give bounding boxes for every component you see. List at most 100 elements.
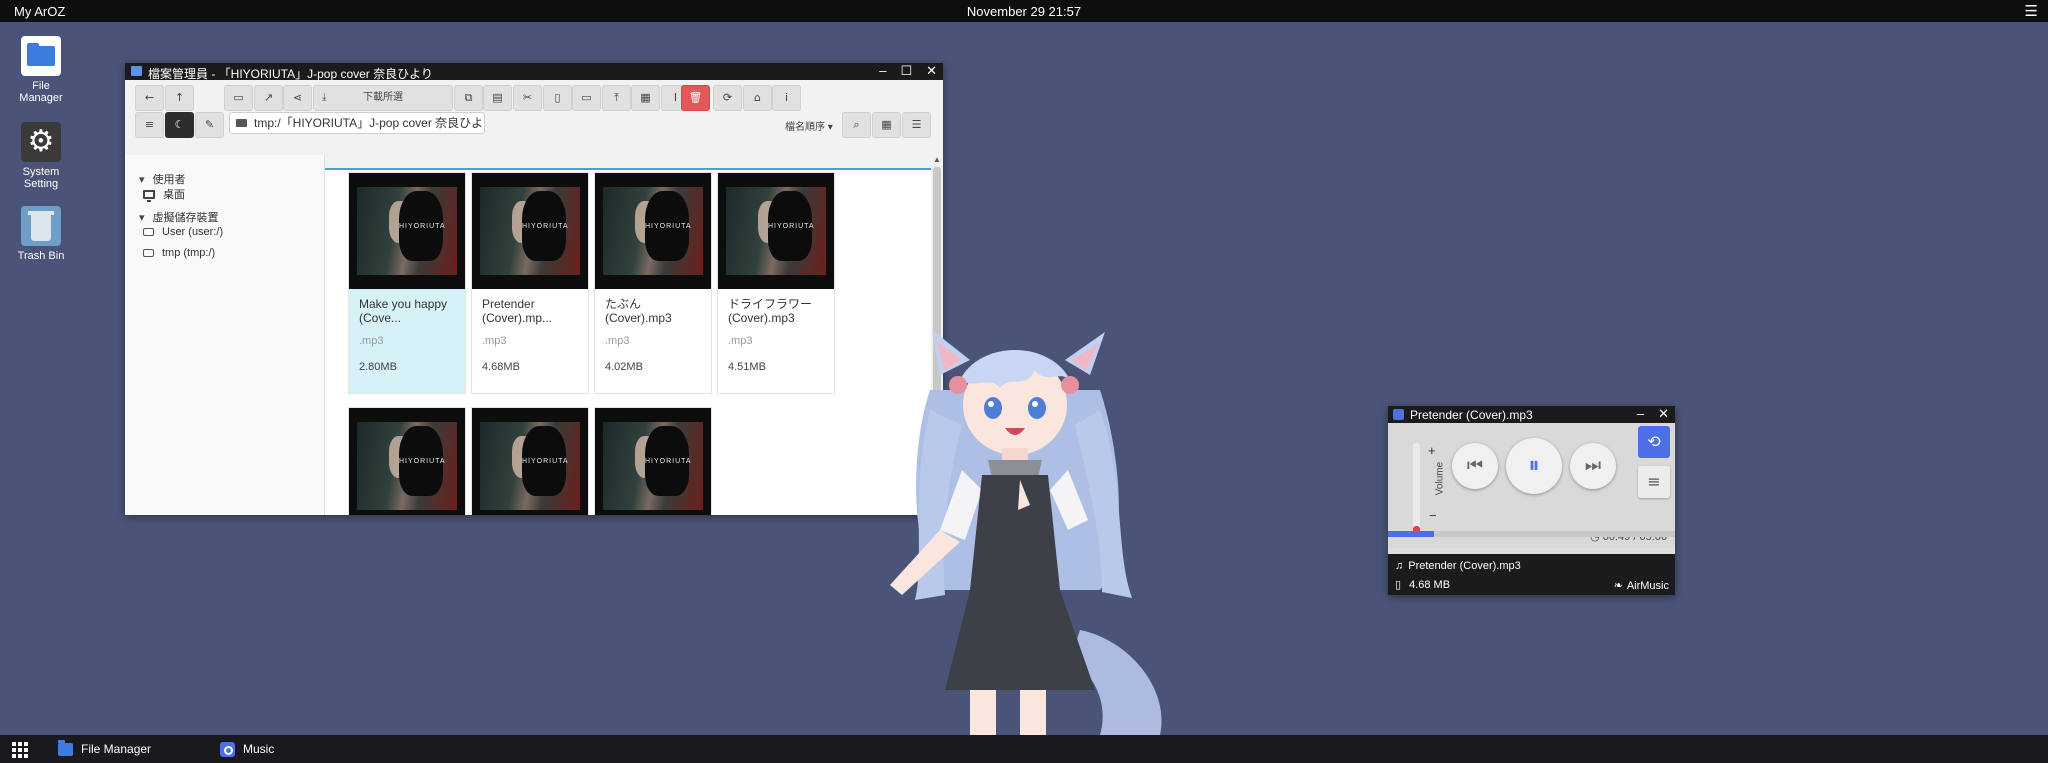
- file-manager-window: 檔案管理員 - 「HIYORIUTA」J-pop cover 奈良ひより – ☐…: [125, 63, 943, 515]
- close-button[interactable]: ✕: [1658, 406, 1669, 422]
- file-card[interactable]: HIYORIUTA Pretender (Cover).mp... .mp3 4.68…: [471, 172, 589, 394]
- file-extension: .mp3: [728, 335, 753, 347]
- album-art-thumbnail: HIYORIUTA: [718, 173, 834, 289]
- sort-dropdown[interactable]: 檔名順序 ▾: [785, 118, 833, 133]
- share-button[interactable]: ⋖: [283, 85, 312, 111]
- album-art-thumbnail: HIYORIUTA: [349, 173, 465, 289]
- album-art-thumbnail: HIYORIUTA: [595, 173, 711, 289]
- open-button[interactable]: ▭: [224, 85, 253, 111]
- sidebar-item-tmp-drive[interactable]: tmp (tmp:/): [143, 247, 215, 259]
- archive-button[interactable]: ▦: [631, 85, 660, 111]
- drive-icon: [143, 249, 154, 257]
- file-card[interactable]: HIYORIUTA: [594, 407, 712, 515]
- desktop-icon-file-manager[interactable]: File Manager: [10, 36, 72, 104]
- file-manager-titlebar[interactable]: 檔案管理員 - 「HIYORIUTA」J-pop cover 奈良ひより – ☐…: [125, 63, 943, 81]
- grid-view-button[interactable]: ▦: [872, 112, 901, 138]
- copy-button[interactable]: ⧉: [454, 85, 483, 111]
- download-label: 下載所選: [363, 92, 403, 103]
- volume-slider[interactable]: [1413, 443, 1420, 537]
- home-button[interactable]: ⌂: [743, 85, 772, 111]
- menu-icon[interactable]: ☰: [2025, 2, 2038, 20]
- music-icon: [1393, 409, 1404, 420]
- pause-icon: ⏸: [1528, 453, 1540, 478]
- file-card[interactable]: HIYORIUTA たぶん (Cover).mp3 .mp3 4.02MB: [594, 172, 712, 394]
- file-card[interactable]: HIYORIUTA Make you happy (Cove... .mp3 2.80…: [348, 172, 466, 394]
- paste-button[interactable]: ▤: [483, 85, 512, 111]
- moon-icon: ☾: [174, 118, 185, 131]
- sidebar-item-user-drive[interactable]: User (user:/): [143, 226, 223, 238]
- list-view-button[interactable]: ☰: [902, 112, 931, 138]
- taskbar-item-file-manager[interactable]: File Manager: [58, 739, 151, 758]
- volume-up-icon[interactable]: +: [1428, 443, 1436, 458]
- delete-button[interactable]: 🗑: [681, 85, 710, 111]
- archive-icon: ▦: [640, 91, 651, 104]
- drive-icon: [143, 228, 154, 236]
- dark-mode-button[interactable]: ☾: [165, 112, 194, 138]
- list-icon: ≡: [1647, 472, 1661, 491]
- upload-button[interactable]: ⤒: [602, 85, 631, 111]
- minimize-button[interactable]: –: [1637, 406, 1644, 422]
- new-folder-button[interactable]: ▭: [572, 85, 601, 111]
- download-button[interactable]: ⤓ 下載所選: [313, 85, 453, 111]
- taskbar-item-label: Music: [243, 742, 275, 756]
- sidebar-section-user[interactable]: 使用者: [139, 171, 186, 187]
- folder-icon: [58, 739, 73, 756]
- player-body: + − Volume ⏮ ⏸ ⏭ ⟲ ≡ ◷ 00:49 / 05:06: [1388, 423, 1675, 548]
- desktop-icon-label: Trash Bin: [17, 250, 65, 262]
- volume-down-icon[interactable]: −: [1429, 508, 1437, 523]
- desktop-icon-trash-bin[interactable]: Trash Bin: [10, 206, 72, 262]
- file-card[interactable]: HIYORIUTA: [471, 407, 589, 515]
- file-extension: .mp3: [605, 335, 630, 347]
- sidebar-section-storage[interactable]: 虛擬儲存裝置: [139, 209, 219, 225]
- app-launcher-icon[interactable]: [12, 742, 28, 758]
- edit-path-button[interactable]: ✎: [195, 112, 224, 138]
- minimize-button[interactable]: –: [879, 63, 886, 79]
- previous-button[interactable]: ⏮: [1452, 443, 1498, 489]
- cut-button[interactable]: ✂: [513, 85, 542, 111]
- now-playing-title: Pretender (Cover).mp3: [1408, 560, 1521, 572]
- taskbar-item-music[interactable]: Music: [220, 740, 274, 758]
- music-player-titlebar[interactable]: Pretender (Cover).mp3 – ✕: [1388, 406, 1675, 423]
- mascot-illustration: [890, 330, 1162, 735]
- back-button[interactable]: ←: [135, 85, 164, 111]
- top-bar: My ArOZ November 29 21:57 ☰: [0, 0, 2048, 22]
- chevron-up-icon[interactable]: ▲: [931, 155, 943, 164]
- file-name: たぶん (Cover).mp3: [605, 297, 672, 325]
- maximize-button[interactable]: ☐: [900, 63, 912, 79]
- trash-icon: [21, 206, 61, 246]
- playlist-button[interactable]: ≡: [1638, 466, 1670, 498]
- sidebar-toggle-button[interactable]: ≡: [135, 112, 164, 138]
- sidebar-item-desktop[interactable]: 桌面: [143, 186, 185, 202]
- sidebar-item-label: User (user:/): [162, 226, 224, 238]
- new-file-button[interactable]: ▯: [543, 85, 572, 111]
- music-icon: [220, 741, 235, 757]
- arrow-up-icon: ↑: [174, 91, 185, 104]
- parent-dir-button[interactable]: ↑: [165, 85, 194, 111]
- file-size: 4.51MB: [728, 361, 766, 373]
- refresh-button[interactable]: ⟳: [713, 85, 742, 111]
- repeat-button[interactable]: ⟲: [1638, 426, 1670, 458]
- upload-icon: ⤒: [614, 91, 619, 104]
- file-card[interactable]: HIYORIUTA ドライフラワー (Cover).mp3 .mp3 4.51MB: [717, 172, 835, 394]
- search-icon: ⌕: [853, 118, 860, 131]
- thumbnail-text: HIYORIUTA: [399, 458, 446, 465]
- desktop-icon-system-setting[interactable]: System Setting: [10, 122, 72, 190]
- list-icon: ☰: [911, 118, 922, 131]
- info-button[interactable]: i: [772, 85, 801, 111]
- next-button[interactable]: ⏭: [1570, 443, 1616, 489]
- path-input[interactable]: tmp:/「HIYORIUTA」J-pop cover 奈良ひより: [229, 112, 485, 134]
- list-icon: ≡: [144, 118, 155, 131]
- thumbnail-text: HIYORIUTA: [645, 223, 692, 230]
- pause-button[interactable]: ⏸: [1506, 438, 1562, 494]
- paste-icon: ▤: [492, 91, 503, 104]
- close-button[interactable]: ✕: [926, 63, 937, 79]
- grid-icon: ▦: [881, 118, 892, 131]
- brand-label: AirMusic: [1626, 579, 1669, 592]
- open-new-window-button[interactable]: ↗: [254, 85, 283, 111]
- playback-progress-bar[interactable]: [1388, 531, 1675, 537]
- file-card[interactable]: HIYORIUTA: [348, 407, 466, 515]
- sidebar: 使用者 桌面 虛擬儲存裝置 User (user:/) tmp (tmp:/): [125, 155, 325, 515]
- album-art-thumbnail: HIYORIUTA: [472, 173, 588, 289]
- search-button[interactable]: ⌕: [842, 112, 871, 138]
- thumbnail-text: HIYORIUTA: [399, 223, 446, 230]
